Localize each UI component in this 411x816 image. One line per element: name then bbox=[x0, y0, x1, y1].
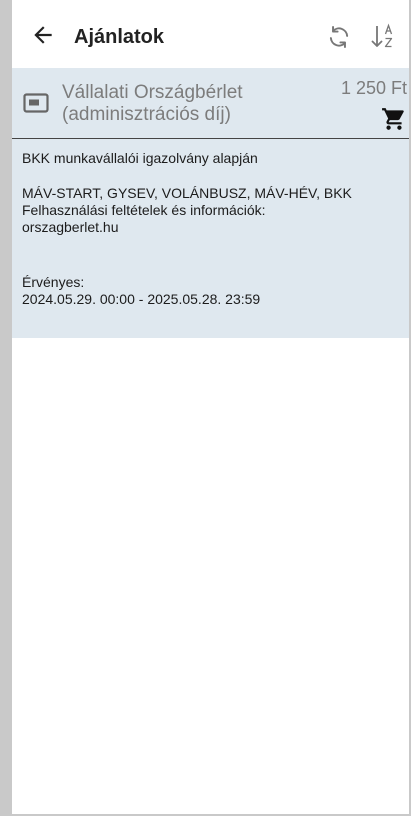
page-title: Ajánlatok bbox=[74, 26, 165, 48]
offer-eligibility: BKK munkavállalói igazolvány alapján bbox=[22, 150, 258, 166]
back-button[interactable] bbox=[30, 22, 56, 48]
offer-validity-range: 2024.05.29. 00:00 - 2025.05.28. 23:59 bbox=[22, 291, 261, 307]
offer-card[interactable]: Vállalati Országbérlet (adminisztrációs … bbox=[12, 68, 409, 338]
app-bar: Ajánlatok bbox=[12, 0, 409, 68]
sort-az-icon bbox=[371, 23, 393, 48]
sort-az-button[interactable] bbox=[368, 22, 398, 52]
offer-card-header: Vállalati Országbérlet (adminisztrációs … bbox=[12, 68, 409, 139]
offer-details: BKK munkavállalói igazolvány alapján MÁV… bbox=[22, 150, 402, 326]
refresh-icon bbox=[329, 26, 349, 48]
offer-price: 1 250 Ft bbox=[340, 78, 407, 98]
offer-terms-label: Felhasználási feltételek és információk: bbox=[22, 202, 266, 218]
offer-terms-link[interactable]: orszagberlet.hu bbox=[22, 219, 119, 235]
offer-validity-label: Érvényes: bbox=[22, 274, 85, 290]
add-to-cart-button[interactable] bbox=[381, 106, 407, 132]
shopping-cart-icon bbox=[382, 108, 404, 130]
ticket-card-icon bbox=[23, 93, 49, 113]
refresh-button[interactable] bbox=[326, 24, 352, 50]
offer-validity-block: Érvényes: 2024.05.29. 00:00 - 2025.05.28… bbox=[22, 274, 402, 308]
offer-operators: MÁV-START, GYSEV, VOLÁNBUSZ, MÁV-HÉV, BK… bbox=[22, 185, 352, 201]
offer-name: Vállalati Országbérlet (adminisztrációs … bbox=[62, 82, 243, 125]
offer-terms-block: MÁV-START, GYSEV, VOLÁNBUSZ, MÁV-HÉV, BK… bbox=[22, 185, 402, 236]
arrow-left-icon bbox=[34, 26, 52, 44]
